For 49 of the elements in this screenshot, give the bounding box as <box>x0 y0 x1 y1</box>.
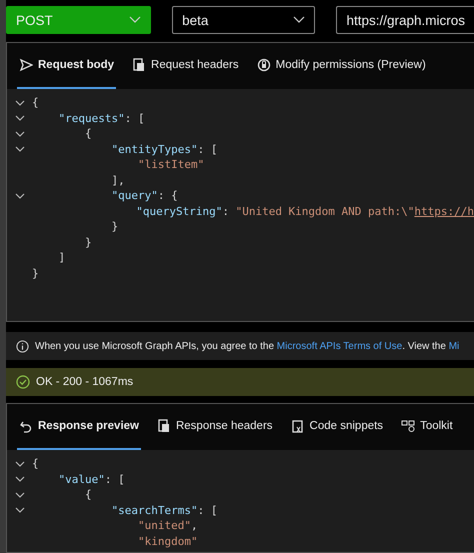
fold-chevron-down-icon[interactable] <box>14 475 24 484</box>
code-line: { <box>32 457 39 470</box>
code-line: "kingdom" <box>136 534 198 548</box>
fold-chevron-down-icon[interactable] <box>14 506 24 514</box>
fold-chevron-down-icon[interactable] <box>14 114 24 122</box>
code-line: { <box>84 127 92 140</box>
document-icon <box>132 58 146 72</box>
code-line: } <box>84 236 92 249</box>
code-line: "requests": [ <box>57 112 145 125</box>
tab[interactable]: Request headers <box>130 43 241 89</box>
chevron-down-icon <box>293 16 306 24</box>
terms-notice: When you use Microsoft Graph APIs, you agree to the Microsoft APIs Terms of Use. View the Mi <box>35 340 460 352</box>
code-line: ] <box>57 251 66 264</box>
undo-arrow-icon <box>19 419 33 433</box>
code-line: "entityTypes": [ <box>110 142 218 156</box>
terms-link[interactable]: Microsoft APIs Terms of Use <box>276 340 402 352</box>
fold-chevron-down-icon[interactable] <box>14 130 24 138</box>
version-dropdown[interactable]: beta <box>172 6 316 34</box>
document-icon <box>156 419 171 433</box>
tab[interactable]: Toolkit <box>399 404 455 450</box>
fold-chevron-down-icon[interactable] <box>14 490 24 499</box>
url-field[interactable]: https://graph.micros <box>336 6 474 34</box>
lock-icon <box>256 58 271 72</box>
code-line: } <box>32 266 39 280</box>
send-icon <box>19 58 33 72</box>
fold-chevron-down-icon[interactable] <box>14 145 24 154</box>
code-line: "queryString": "United Kingdom AND path:\"https://h <box>135 204 474 218</box>
code-line: "query": { <box>110 189 178 202</box>
toolkit-icon <box>401 419 416 433</box>
tab[interactable]: Response headers <box>154 404 275 450</box>
info-icon <box>16 340 29 352</box>
fold-chevron-down-icon[interactable] <box>14 192 24 200</box>
chevron-down-icon <box>129 16 142 24</box>
code-line: { <box>32 96 39 110</box>
code-line: } <box>110 220 118 234</box>
fold-chevron-down-icon[interactable] <box>14 460 24 468</box>
link[interactable]: Mi <box>448 340 460 352</box>
clipboard-icon <box>290 419 305 433</box>
tab[interactable]: Modify permissions (Preview) <box>254 43 428 89</box>
tab[interactable]: Code snippets <box>288 404 386 450</box>
code-line: ], <box>110 174 125 187</box>
code-line: "value": [ <box>57 472 125 486</box>
code-line: "searchTerms": [ <box>110 504 218 517</box>
fold-chevron-down-icon[interactable] <box>14 98 24 107</box>
check-circle-icon <box>16 375 30 389</box>
code-line: "listItem" <box>136 158 204 172</box>
status-message: OK - 200 - 1067ms <box>36 376 134 388</box>
code-line: "united", <box>136 519 198 532</box>
code-line: { <box>84 488 92 502</box>
